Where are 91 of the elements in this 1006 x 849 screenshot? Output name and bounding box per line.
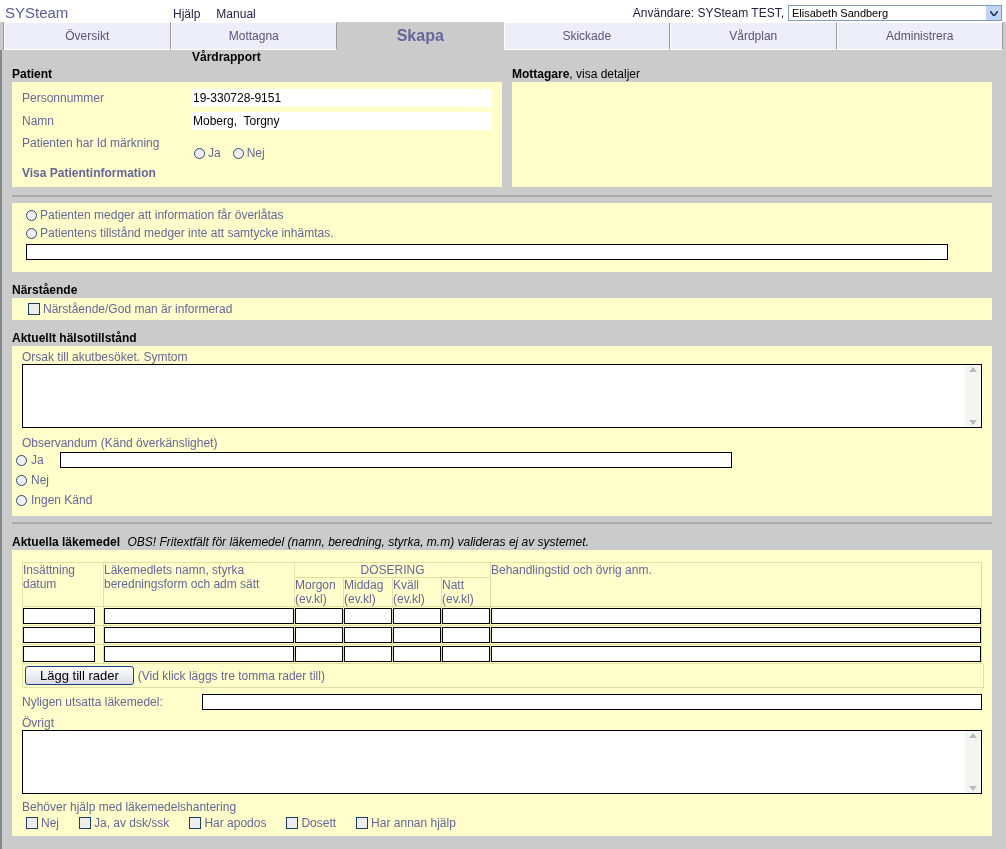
add-rows-button[interactable]: Lägg till rader — [25, 666, 134, 685]
field-label: Nyligen utsatta läkemedel: — [22, 695, 164, 709]
user-dropdown[interactable]: Elisabeth Sandberg — [788, 5, 1002, 21]
nav-tab[interactable]: Vårdplan — [670, 22, 837, 50]
radio-button[interactable] — [232, 147, 244, 159]
field-label: Patienten har Id märkning — [22, 135, 161, 152]
checkbox-label: Har annan hjälp — [371, 816, 456, 830]
logo-text: SYSteam — [5, 4, 70, 22]
text-field[interactable] — [393, 608, 441, 624]
checkbox[interactable] — [286, 817, 299, 829]
nav-tab[interactable]: Administrera — [836, 22, 1003, 50]
section-heading: Aktuellt hälsotillstånd — [12, 331, 137, 345]
text-field[interactable] — [23, 646, 95, 662]
text-field[interactable] — [295, 608, 343, 624]
section-heading: Aktuella läkemedel — [12, 535, 121, 549]
nav-tab[interactable]: Översikt — [4, 22, 171, 50]
checkbox[interactable] — [189, 817, 202, 829]
column-header: Morgon (ev.kl) — [294, 577, 344, 607]
column-header: Middag (ev.kl) — [343, 577, 393, 607]
field-label: Orsak till akutbesöket. Symtom — [22, 350, 189, 364]
checkbox-label: Har apodos — [204, 816, 267, 830]
field-label: Behöver hjälp med läkemedelshantering — [22, 800, 238, 814]
section-heading: Patient — [12, 66, 53, 82]
text-field[interactable] — [295, 646, 343, 662]
text-field[interactable] — [393, 646, 441, 662]
radio-button[interactable] — [16, 454, 27, 466]
text-field[interactable] — [442, 646, 490, 662]
checkbox[interactable] — [28, 303, 40, 315]
text-area[interactable] — [22, 364, 982, 428]
radio-button[interactable] — [16, 494, 27, 506]
checkbox[interactable] — [356, 817, 369, 829]
radio-label: Patienten medger att information får överlåtas — [40, 208, 284, 222]
chevron-down-icon — [989, 10, 998, 16]
section-heading: Mottagare, visa detaljer — [512, 66, 642, 82]
text-field[interactable] — [59, 452, 732, 468]
text-field[interactable] — [104, 627, 294, 643]
radio-button[interactable] — [26, 227, 37, 239]
text-field[interactable] — [344, 608, 392, 624]
checkbox-label: Ja, av dsk/ssk — [94, 816, 170, 830]
nav-tab[interactable]: Skickade — [503, 22, 670, 50]
radio-label: Ja — [31, 453, 44, 467]
column-header: Natt (ev.kl) — [441, 577, 491, 607]
nav-tab[interactable]: Mottagna — [170, 22, 337, 50]
text-field[interactable]: Moberg, Torgny — [192, 111, 492, 130]
field-label: Observandum (Känd överkänslighet) — [22, 436, 219, 450]
patient-info-link[interactable]: Visa Patientinformation — [22, 166, 156, 180]
text-field[interactable] — [344, 627, 392, 643]
column-header: Behandlingstid och övrig anm. — [490, 562, 982, 607]
checkbox-label: Närstående/God man är informerad — [43, 302, 233, 316]
form-title: Vårdrapport — [192, 50, 261, 64]
text-field[interactable] — [23, 627, 95, 643]
column-header: Läkemedlets namn, styrka beredningsform och adm sätt — [103, 562, 295, 607]
text-field[interactable] — [393, 627, 441, 643]
field-label: Personnummer — [22, 90, 106, 105]
checkbox-label: Dosett — [301, 816, 337, 830]
text-field[interactable] — [491, 627, 981, 643]
text-field[interactable] — [491, 608, 981, 624]
radio-button[interactable] — [26, 209, 37, 221]
field-label: Övrigt — [22, 716, 55, 730]
text-field[interactable] — [344, 646, 392, 662]
text-field[interactable] — [442, 627, 490, 643]
text-field[interactable] — [491, 646, 981, 662]
text-field[interactable] — [26, 244, 948, 260]
text-field[interactable] — [295, 627, 343, 643]
text-field[interactable] — [104, 646, 294, 662]
text-field[interactable] — [104, 608, 294, 624]
text-field[interactable] — [442, 608, 490, 624]
column-header: DOSERING — [294, 562, 491, 578]
section-heading: Närstående — [12, 283, 78, 297]
hint-text: (Vid klick läggs tre tomma rader till) — [137, 668, 325, 683]
radio-label: Nej — [246, 146, 265, 160]
radio-button[interactable] — [16, 474, 27, 486]
text-area[interactable] — [22, 730, 982, 794]
column-header: Insättning datum — [22, 562, 104, 607]
radio-label: Patientens tillstånd medger inte att samtycke inhämtas. — [40, 226, 334, 240]
field-label: Namn — [22, 113, 55, 128]
radio-label: Ingen Känd — [31, 493, 93, 507]
user-label: Användare: SYSteam TEST, — [632, 6, 784, 20]
text-field[interactable] — [23, 608, 95, 624]
radio-button[interactable] — [194, 147, 205, 159]
checkbox-label: Nej — [41, 816, 59, 830]
text-field[interactable] — [202, 694, 982, 710]
menu-link[interactable]: Hjälp — [173, 6, 201, 22]
radio-label: Nej — [31, 473, 49, 487]
menu-link[interactable]: Manual — [216, 6, 256, 22]
radio-label: Ja — [208, 146, 221, 160]
checkbox[interactable] — [79, 817, 91, 829]
checkbox[interactable] — [26, 817, 38, 829]
note-text: OBS! Fritextfält för läkemedel (namn, beredning, styrka, m.m) valideras ej av systemet. — [127, 535, 589, 549]
column-header: Kväll (ev.kl) — [392, 577, 442, 607]
text-field[interactable]: 19-330728-9151 — [192, 88, 492, 107]
